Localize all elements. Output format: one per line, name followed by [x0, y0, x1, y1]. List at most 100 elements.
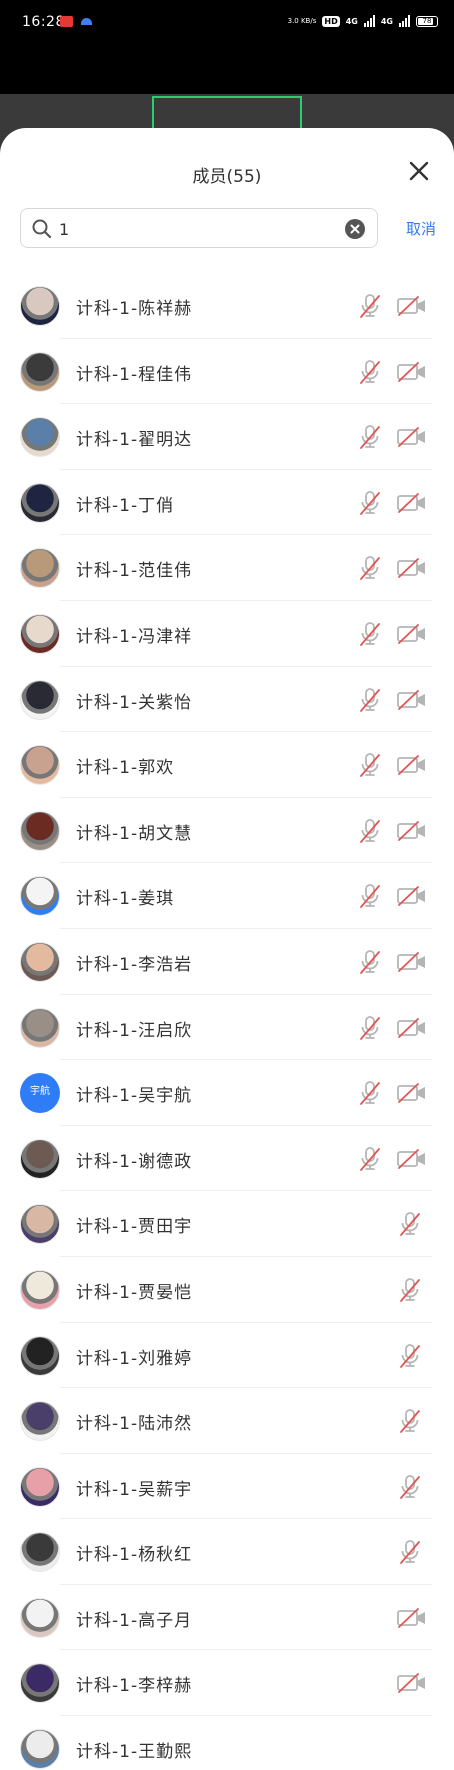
- member-name: 计科-1-冯津祥: [76, 626, 193, 647]
- mic-muted-icon[interactable]: [358, 359, 382, 385]
- notification-app-icon: [60, 16, 73, 27]
- mic-muted-icon[interactable]: [358, 1146, 382, 1172]
- member-name: 计科-1-贾田宇: [76, 1217, 193, 1238]
- mic-muted-icon[interactable]: [358, 1015, 382, 1041]
- camera-off-icon[interactable]: [396, 754, 428, 776]
- member-row[interactable]: 计科-1-李梓赫: [0, 1650, 454, 1716]
- member-row[interactable]: 计科-1-冯津祥: [0, 601, 454, 667]
- avatar: [20, 679, 60, 720]
- mic-muted-icon[interactable]: [358, 687, 382, 713]
- mic-muted-icon[interactable]: [358, 883, 382, 909]
- mic-muted-icon[interactable]: [358, 555, 382, 581]
- member-row[interactable]: 计科-1-郭欢: [0, 732, 454, 798]
- mic-muted-icon[interactable]: [358, 1080, 382, 1106]
- camera-off-icon[interactable]: [396, 689, 428, 711]
- avatar: [20, 1269, 60, 1310]
- camera-off-icon[interactable]: [396, 426, 428, 448]
- mic-muted-icon[interactable]: [358, 752, 382, 778]
- camera-off-icon[interactable]: [396, 623, 428, 645]
- member-row[interactable]: 计科-1-高子月: [0, 1585, 454, 1651]
- members-sheet: 成员(55) 取消 计科-1-陈祥赫 计科-1-程佳伟 计科-1-翟明达 计科-…: [0, 128, 454, 1770]
- avatar: [20, 745, 60, 786]
- mic-muted-icon[interactable]: [398, 1539, 422, 1565]
- avatar: [20, 1007, 60, 1048]
- avatar: [20, 1466, 60, 1507]
- camera-off-icon[interactable]: [396, 361, 428, 383]
- signal-icon-2: [399, 15, 410, 27]
- search-input[interactable]: [59, 215, 349, 243]
- status-bar: 16:28 3.0 KB/s HD 4G 4G 78: [0, 0, 454, 48]
- mic-muted-icon[interactable]: [358, 818, 382, 844]
- member-row[interactable]: 计科-1-贾田宇: [0, 1191, 454, 1257]
- clear-icon[interactable]: [345, 219, 365, 239]
- member-row[interactable]: 计科-1-贾晏恺: [0, 1257, 454, 1323]
- camera-off-icon[interactable]: [396, 557, 428, 579]
- member-row[interactable]: 计科-1-刘雅婷: [0, 1323, 454, 1389]
- camera-off-icon[interactable]: [396, 1082, 428, 1104]
- mic-muted-icon[interactable]: [398, 1211, 422, 1237]
- camera-off-icon[interactable]: [396, 295, 428, 317]
- member-row[interactable]: 计科-1-姜琪: [0, 863, 454, 929]
- camera-off-icon[interactable]: [396, 951, 428, 973]
- mic-muted-icon[interactable]: [358, 949, 382, 975]
- member-row[interactable]: 计科-1-范佳伟: [0, 535, 454, 601]
- member-row[interactable]: 计科-1-胡文慧: [0, 798, 454, 864]
- network-type-2: 4G: [380, 16, 393, 26]
- mic-muted-icon[interactable]: [358, 490, 382, 516]
- member-name: 计科-1-谢德政: [76, 1151, 193, 1172]
- member-row[interactable]: 计科-1-翟明达: [0, 404, 454, 470]
- member-name: 计科-1-刘雅婷: [76, 1348, 193, 1369]
- member-row[interactable]: 计科-1-王勤熙: [0, 1716, 454, 1770]
- member-name: 计科-1-王勤熙: [76, 1742, 193, 1763]
- member-name: 计科-1-李浩岩: [76, 954, 193, 975]
- avatar: [20, 1204, 60, 1245]
- member-row[interactable]: 宇航 计科-1-吴宇航: [0, 1060, 454, 1126]
- member-row[interactable]: 计科-1-丁俏: [0, 470, 454, 536]
- camera-off-icon[interactable]: [396, 885, 428, 907]
- camera-off-icon[interactable]: [396, 1607, 428, 1629]
- member-row[interactable]: 计科-1-陆沛然: [0, 1388, 454, 1454]
- member-row[interactable]: 计科-1-杨秋红: [0, 1519, 454, 1585]
- avatar: 宇航: [20, 1073, 60, 1114]
- member-row[interactable]: 计科-1-谢德政: [0, 1126, 454, 1192]
- member-row[interactable]: 计科-1-李浩岩: [0, 929, 454, 995]
- camera-off-icon[interactable]: [396, 1148, 428, 1170]
- member-name: 计科-1-郭欢: [76, 758, 175, 779]
- avatar: [20, 286, 60, 326]
- mic-muted-icon[interactable]: [358, 293, 382, 319]
- mic-muted-icon[interactable]: [398, 1277, 422, 1303]
- avatar: [20, 482, 60, 523]
- member-name: 计科-1-吴薪宇: [76, 1479, 193, 1500]
- hd-badge: HD: [322, 15, 340, 27]
- mic-muted-icon[interactable]: [398, 1474, 422, 1500]
- camera-off-icon[interactable]: [396, 1672, 428, 1694]
- avatar: [20, 1401, 60, 1442]
- avatar: [20, 1729, 60, 1770]
- camera-off-icon[interactable]: [396, 1017, 428, 1039]
- close-icon[interactable]: [406, 158, 432, 184]
- avatar: [20, 417, 60, 458]
- member-row[interactable]: 计科-1-程佳伟: [0, 339, 454, 405]
- member-name: 计科-1-吴宇航: [76, 1086, 193, 1107]
- battery-level: 78: [422, 16, 432, 25]
- mic-muted-icon[interactable]: [398, 1343, 422, 1369]
- avatar: [20, 351, 60, 392]
- avatar: [20, 613, 60, 654]
- member-row[interactable]: 计科-1-陈祥赫: [0, 273, 454, 339]
- network-type-1: 4G: [345, 16, 358, 26]
- member-list: 计科-1-陈祥赫 计科-1-程佳伟 计科-1-翟明达 计科-1-丁俏 计科-1-…: [0, 273, 454, 1770]
- cancel-button[interactable]: 取消: [406, 218, 436, 239]
- mic-muted-icon[interactable]: [358, 424, 382, 450]
- mic-muted-icon[interactable]: [398, 1408, 422, 1434]
- member-row[interactable]: 计科-1-吴薪宇: [0, 1454, 454, 1520]
- member-name: 计科-1-陈祥赫: [76, 299, 193, 319]
- member-name: 计科-1-程佳伟: [76, 364, 193, 385]
- search-box[interactable]: [20, 208, 378, 248]
- mic-muted-icon[interactable]: [358, 621, 382, 647]
- camera-off-icon[interactable]: [396, 820, 428, 842]
- member-row[interactable]: 计科-1-关紫怡: [0, 667, 454, 733]
- avatar: [20, 1663, 60, 1704]
- camera-off-icon[interactable]: [396, 492, 428, 514]
- member-name: 计科-1-杨秋红: [76, 1545, 193, 1566]
- member-row[interactable]: 计科-1-汪启欣: [0, 995, 454, 1061]
